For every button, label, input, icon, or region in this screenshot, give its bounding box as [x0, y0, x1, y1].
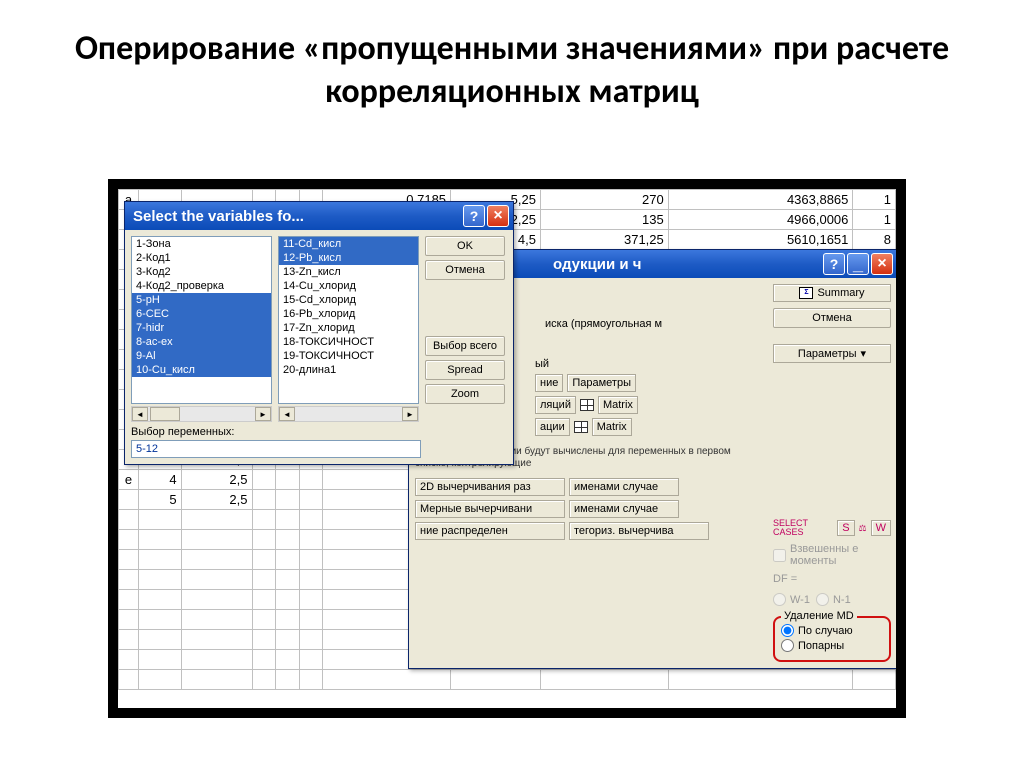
scroll-right-icon[interactable]: ► [402, 407, 418, 421]
df-n1: N-1 [816, 593, 851, 606]
selvar-title: Select the variables fo... [129, 208, 461, 225]
md-pairwise[interactable]: Попарны [781, 639, 883, 652]
list-item[interactable]: 3-Код2 [132, 265, 271, 279]
weight-icon: ⚖ [859, 523, 867, 534]
list-item[interactable]: 2-Код1 [132, 251, 271, 265]
spread-button[interactable]: Spread [425, 360, 505, 380]
scroll-thumb[interactable] [150, 407, 180, 421]
variable-list-left[interactable]: 1-Зона2-Код13-Код24-Код2_проверка5-pH6-C… [131, 236, 272, 404]
df-w1: W-1 [773, 593, 810, 606]
scrollbar-left[interactable]: ◄ ► [131, 406, 272, 422]
scroll-left-icon[interactable]: ◄ [279, 407, 295, 421]
chevron-down-icon: ▾ [861, 347, 867, 360]
list-item[interactable]: 15-Cd_хлорид [279, 293, 418, 307]
list-item[interactable]: 11-Cd_кисл [279, 237, 418, 251]
list-item[interactable]: 16-Pb_хлорид [279, 307, 418, 321]
misc-label: ый [535, 358, 549, 370]
parameters-dropdown[interactable]: Параметры▾ [773, 344, 891, 363]
selection-input[interactable] [131, 440, 421, 458]
help-icon[interactable]: ? [463, 205, 485, 227]
btn-mern[interactable]: Мерные вычерчивани [415, 500, 565, 518]
slide-title: Оперирование «пропущенными значениями» п… [0, 0, 1024, 133]
select-cases-w[interactable]: W [871, 520, 891, 536]
summary-button[interactable]: Σ Summary [773, 284, 891, 302]
variable-list-right[interactable]: 11-Cd_кисл12-Pb_кисл13-Zn_кисл14-Cu_хлор… [278, 236, 419, 404]
list-item[interactable]: 20-длина1 [279, 363, 418, 377]
list-item[interactable]: 17-Zn_хлорид [279, 321, 418, 335]
weighted-check [773, 549, 786, 562]
cancel-button-corr[interactable]: Отмена [773, 308, 891, 328]
grid-icon [574, 421, 588, 433]
weighted-checkbox: Взвешенны е моменты [773, 543, 891, 567]
help-icon[interactable]: ? [823, 253, 845, 275]
btn-names1[interactable]: именами случае [569, 478, 679, 496]
btn-params[interactable]: Параметры [567, 374, 636, 392]
close-icon[interactable]: × [487, 205, 509, 227]
list-item[interactable]: 8-ac-ex [132, 335, 271, 349]
list-item[interactable]: 13-Zn_кисл [279, 265, 418, 279]
btn-nie[interactable]: ние [535, 374, 563, 392]
select-cases-s[interactable]: S [837, 520, 854, 536]
list-item[interactable]: 12-Pb_кисл [279, 251, 418, 265]
select-all-button[interactable]: Выбор всего [425, 336, 505, 356]
summ-icon: Σ [799, 287, 813, 299]
md-title: Удаление MD [781, 610, 857, 622]
list-item[interactable]: 4-Код2_проверка [132, 279, 271, 293]
md-casewise[interactable]: По случаю [781, 624, 883, 637]
list-item[interactable]: 18-ТОКСИЧНОСТ [279, 335, 418, 349]
list-item[interactable]: 5-pH [132, 293, 271, 307]
selection-field-label: Выбор переменных: [131, 426, 507, 438]
list-item[interactable]: 19-ТОКСИЧНОСТ [279, 349, 418, 363]
list-item[interactable]: 14-Cu_хлорид [279, 279, 418, 293]
list-item[interactable]: 6-CEC [132, 307, 271, 321]
list-item[interactable]: 9-Al [132, 349, 271, 363]
scroll-right-icon[interactable]: ► [255, 407, 271, 421]
btn-acii[interactable]: ации [535, 418, 570, 436]
btn-names2[interactable]: именами случае [569, 500, 679, 518]
cancel-button[interactable]: Отмена [425, 260, 505, 280]
close-icon[interactable]: × [871, 253, 893, 275]
select-variables-dialog: Select the variables fo... ? × 1-Зона2-К… [124, 201, 514, 465]
btn-2d[interactable]: 2D вычерчивания раз [415, 478, 565, 496]
list-item[interactable]: 10-Cu_кисл [132, 363, 271, 377]
list-item[interactable]: 1-Зона [132, 237, 271, 251]
md-deletion-group: Удаление MD По случаю Попарны [773, 616, 891, 662]
zoom-button[interactable]: Zoom [425, 384, 505, 404]
btn-raspred[interactable]: ние распределен [415, 522, 565, 540]
minimize-icon[interactable]: _ [847, 253, 869, 275]
scroll-left-icon[interactable]: ◄ [132, 407, 148, 421]
btn-lyaciy[interactable]: ляций [535, 396, 576, 414]
ok-button[interactable]: OK [425, 236, 505, 256]
btn-matrix2[interactable]: Matrix [592, 418, 632, 436]
btn-matrix1[interactable]: Matrix [598, 396, 638, 414]
btn-categ[interactable]: тегориз. вычерчива [569, 522, 709, 540]
selvar-titlebar[interactable]: Select the variables fo... ? × [125, 202, 513, 230]
df-label: DF = [773, 573, 891, 585]
screenshot-frame: a0,71855,252704363,88651a0,8172,25135496… [108, 179, 906, 718]
grid-icon [580, 399, 594, 411]
scrollbar-right[interactable]: ◄ ► [278, 406, 419, 422]
list-item[interactable]: 7-hidr [132, 321, 271, 335]
select-cases-label: SELECT CASES [773, 519, 833, 537]
